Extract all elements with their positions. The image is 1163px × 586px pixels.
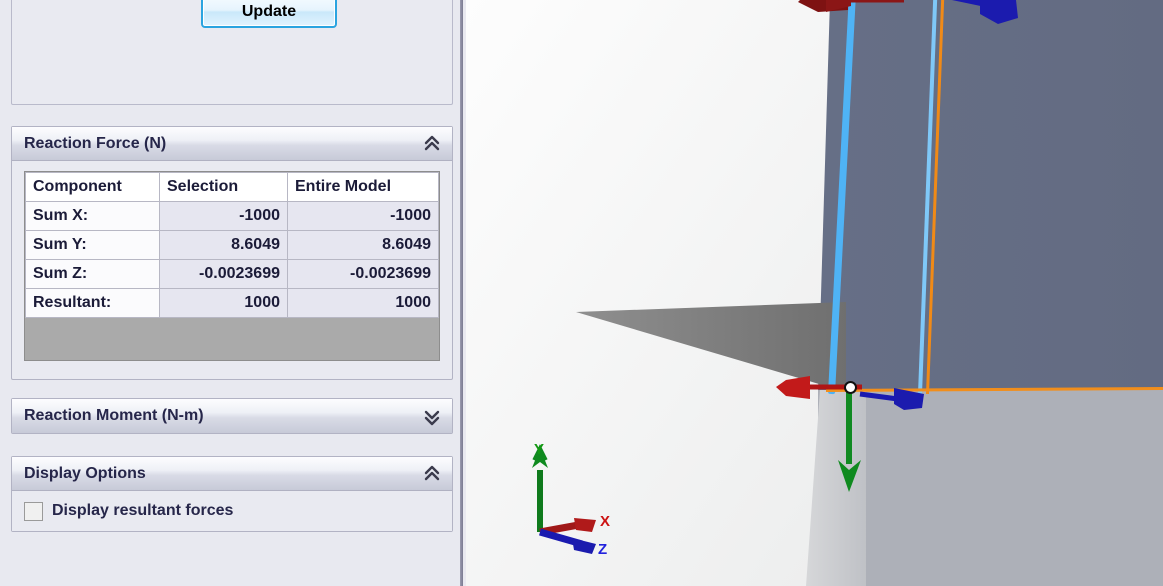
reaction-force-table-container: Component Selection Entire Model Sum X: … <box>24 171 440 361</box>
section-header-reaction-force[interactable]: Reaction Force (N) <box>12 127 452 161</box>
model-face-lower <box>818 390 1163 586</box>
section-header-display-options[interactable]: Display Options <box>12 457 452 491</box>
section-header-reaction-moment[interactable]: Reaction Moment (N-m) <box>12 399 452 433</box>
cell-entire-model: 8.6049 <box>287 230 439 260</box>
triad-y-label: Y <box>534 441 544 458</box>
section-reaction-force: Reaction Force (N) Component Selection E… <box>11 126 453 380</box>
cell-component: Sum Y: <box>25 230 160 260</box>
section-title-reaction-force: Reaction Force (N) <box>24 134 167 152</box>
coordinate-triad: X Y Z <box>532 441 610 555</box>
display-options-body: Display resultant forces <box>12 491 452 531</box>
display-resultant-forces-checkbox[interactable] <box>24 501 43 521</box>
property-manager-panel: Update Reaction Force (N) Component Sele… <box>0 0 463 586</box>
table-row: Sum Y: 8.6049 8.6049 <box>25 230 439 260</box>
selected-vertex-marker <box>844 381 857 394</box>
triad-x-label: X <box>600 513 610 530</box>
cell-component: Sum Z: <box>25 259 160 289</box>
chevron-up-double-icon[interactable] <box>422 133 442 155</box>
section-title-reaction-moment: Reaction Moment (N-m) <box>24 407 204 424</box>
cell-entire-model: 1000 <box>287 288 439 318</box>
chevron-down-double-icon[interactable] <box>422 405 442 427</box>
section-title-display-options: Display Options <box>24 464 146 482</box>
cell-selection: -0.0023699 <box>159 259 288 289</box>
model-face-body <box>818 0 1163 393</box>
section-reaction-moment: Reaction Moment (N-m) <box>11 398 453 434</box>
table-row: Resultant: 1000 1000 <box>25 288 439 318</box>
application-window: Update Reaction Force (N) Component Sele… <box>0 0 1163 586</box>
section-display-options: Display Options Display resultant forces <box>11 456 453 532</box>
display-resultant-forces-label: Display resultant forces <box>52 502 234 519</box>
cell-component: Sum X: <box>25 201 160 231</box>
column-header-component: Component <box>25 172 160 202</box>
force-arrow-x-top-icon <box>798 0 904 12</box>
graphics-viewport[interactable]: X Y Z FX: -29.7 N FY: -15.1 N <box>466 0 1163 586</box>
cell-entire-model: -0.0023699 <box>287 259 439 289</box>
table-row: Sum Z: -0.0023699 -0.0023699 <box>25 259 439 289</box>
cell-component: Resultant: <box>25 288 160 318</box>
cell-selection: -1000 <box>159 201 288 231</box>
force-arrow-z-top-icon <box>951 0 1018 24</box>
column-header-selection: Selection <box>159 172 288 202</box>
table-row: Sum X: -1000 -1000 <box>25 201 439 231</box>
update-button[interactable]: Update <box>201 0 337 28</box>
cell-selection: 1000 <box>159 288 288 318</box>
cell-entire-model: -1000 <box>287 201 439 231</box>
column-header-entire-model: Entire Model <box>287 172 439 202</box>
cell-selection: 8.6049 <box>159 230 288 260</box>
table-header-row: Component Selection Entire Model <box>25 172 439 202</box>
force-arrow-z-icon <box>859 388 924 410</box>
selection-box-panel: Update <box>11 0 453 105</box>
reaction-force-table: Component Selection Entire Model Sum X: … <box>25 172 439 318</box>
chevron-up-double-icon[interactable] <box>422 463 442 485</box>
triad-z-label: Z <box>598 541 607 555</box>
